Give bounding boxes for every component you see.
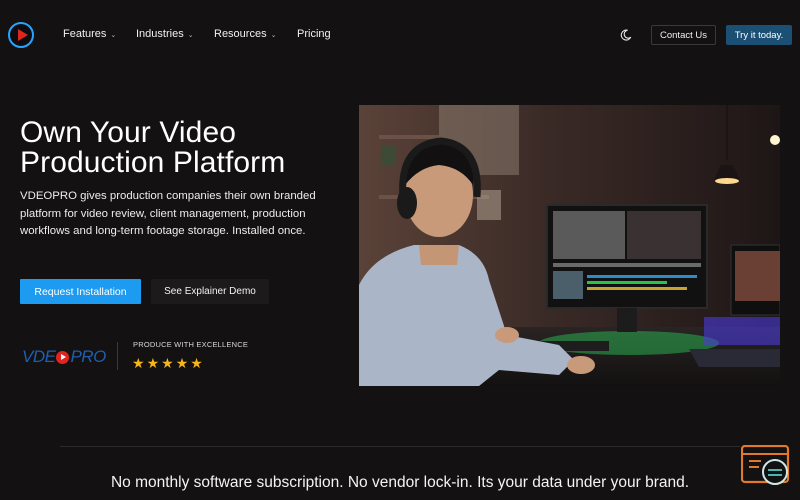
- chat-support-icon: [740, 444, 790, 485]
- theme-toggle-button[interactable]: [615, 25, 637, 45]
- chevron-down-icon: ⌄: [270, 31, 277, 39]
- star-icon: ★: [161, 355, 174, 371]
- section-divider: [60, 446, 740, 447]
- star-rating: ★ ★ ★ ★ ★: [132, 355, 203, 371]
- site-logo[interactable]: [8, 22, 34, 48]
- request-installation-button[interactable]: Request Installation: [20, 279, 141, 304]
- chat-support-button[interactable]: [740, 444, 791, 489]
- contact-us-button[interactable]: Contact Us: [651, 25, 716, 45]
- hero-description: VDEOPRO gives production companies their…: [20, 190, 316, 237]
- moon-icon: [620, 29, 632, 41]
- divider: [117, 342, 118, 370]
- nav-item-resources[interactable]: Resources ⌄: [214, 28, 276, 40]
- chevron-down-icon: ⌄: [187, 31, 194, 39]
- nav-item-pricing[interactable]: Pricing: [297, 28, 331, 40]
- tagline: No monthly software subscription. No ven…: [110, 474, 690, 491]
- hero-title: Own Your Video Production Platform: [20, 116, 286, 179]
- explainer-demo-button[interactable]: See Explainer Demo: [151, 279, 269, 304]
- star-icon: ★: [175, 355, 189, 371]
- play-icon: [56, 350, 70, 364]
- excellence-label: PRODUCE WITH EXCELLENCE: [133, 340, 249, 349]
- star-icon: ★: [146, 355, 160, 371]
- top-navigation: Features ⌄ Industries ⌄ Resources ⌄ Pric…: [0, 0, 800, 70]
- try-it-today-button[interactable]: Try it today.: [726, 25, 792, 45]
- nav-item-industries[interactable]: Industries ⌄: [136, 28, 194, 40]
- star-icon: ★: [132, 355, 145, 371]
- star-icon: ★: [190, 355, 203, 371]
- vdeopro-logo: VDE PRO: [22, 347, 106, 366]
- chevron-down-icon: ⌄: [110, 31, 117, 39]
- nav-item-features[interactable]: Features ⌄: [63, 28, 116, 40]
- hero-image: [359, 105, 780, 386]
- play-icon: [17, 29, 28, 41]
